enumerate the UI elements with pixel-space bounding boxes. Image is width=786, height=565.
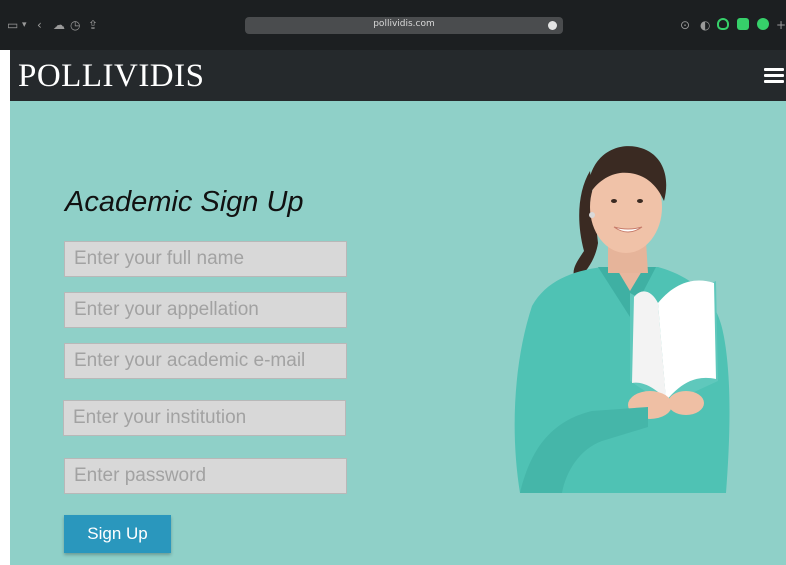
privacy-icon[interactable]: ◐ <box>700 18 710 32</box>
back-icon[interactable]: ‹ <box>37 18 42 32</box>
password-field[interactable] <box>64 458 347 494</box>
email-field[interactable] <box>64 343 347 379</box>
download-icon[interactable]: ⊙ <box>680 18 690 32</box>
full-name-field[interactable] <box>64 241 347 277</box>
reader-icon[interactable] <box>548 21 557 30</box>
institution-field[interactable] <box>63 400 346 436</box>
site-logo[interactable]: POLLIVIDIS <box>18 56 204 96</box>
hero-image <box>514 146 730 493</box>
site-header: POLLIVIDIS <box>10 50 786 101</box>
chevron-down-icon[interactable]: ▾ <box>22 18 27 32</box>
extension-icon[interactable] <box>757 18 769 30</box>
address-bar[interactable]: pollividis.com <box>245 17 563 34</box>
clock-icon[interactable]: ◷ <box>70 18 80 32</box>
camera-icon[interactable] <box>737 18 749 30</box>
sign-up-button[interactable]: Sign Up <box>64 515 171 553</box>
browser-toolbar: ▭ ▾ ‹ ☁ ◷ ⇪ pollividis.com ⊙ ◐ + <box>0 0 786 50</box>
hamburger-menu-icon[interactable] <box>764 68 784 84</box>
share-icon[interactable]: ⇪ <box>88 18 98 32</box>
page-title: Academic Sign Up <box>65 186 304 218</box>
signup-section: Academic Sign Up Sign Up <box>10 101 786 565</box>
appellation-field[interactable] <box>64 292 347 328</box>
sidebar-icon[interactable]: ▭ <box>7 18 18 32</box>
url-text: pollividis.com <box>373 19 435 29</box>
shield-icon[interactable] <box>717 18 729 30</box>
cloud-icon[interactable]: ☁ <box>53 18 65 32</box>
plus-icon[interactable]: + <box>776 18 786 32</box>
